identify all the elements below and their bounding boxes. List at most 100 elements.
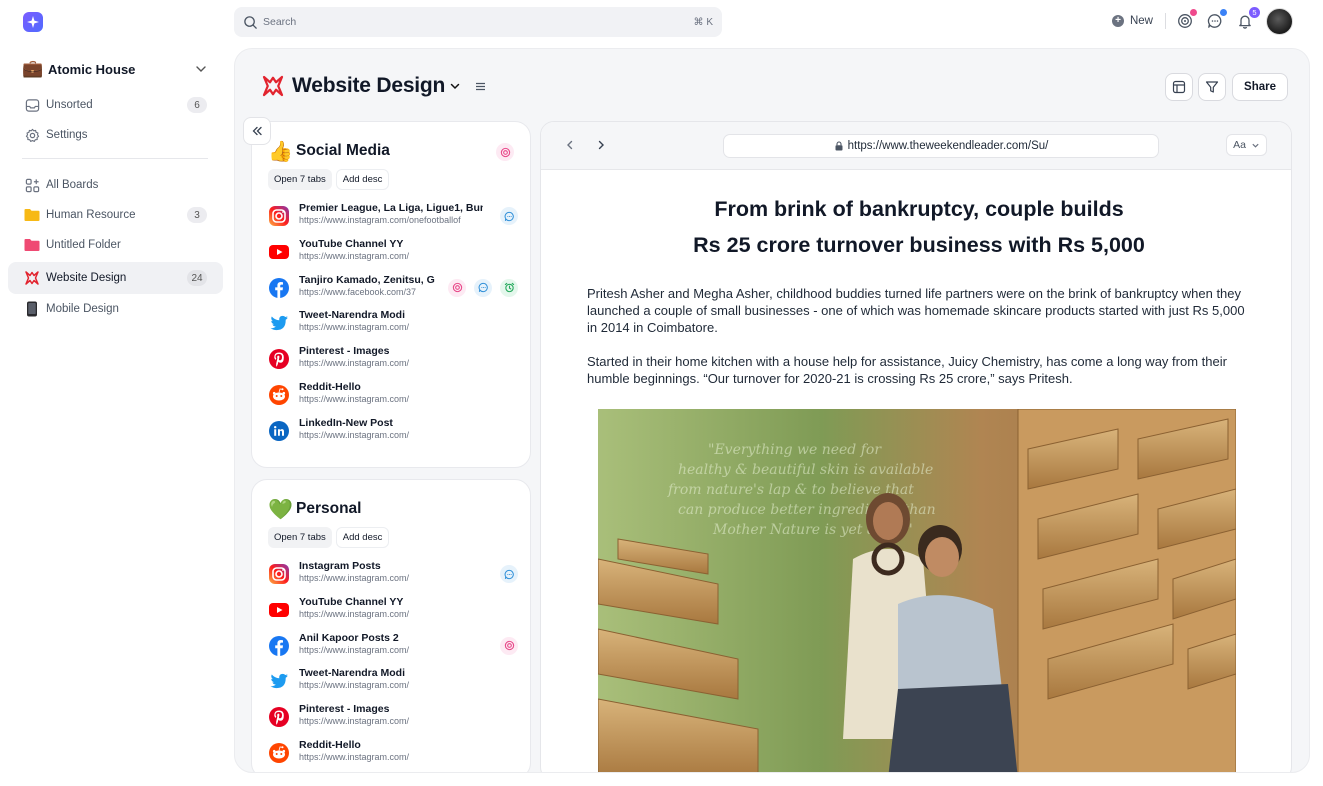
link-title: Instagram Posts bbox=[299, 560, 381, 572]
link-item[interactable]: Premier League, La Liga, Ligue1, Bun http… bbox=[268, 202, 518, 238]
link-item[interactable]: Tweet-Narendra Modi https://www.instagram… bbox=[268, 309, 518, 345]
sidebar-item-all-boards[interactable]: All Boards bbox=[8, 170, 223, 200]
link-url: https://www.instagram.com/ bbox=[299, 608, 410, 619]
lock-icon bbox=[835, 141, 843, 151]
alarm-icon[interactable] bbox=[500, 278, 518, 297]
link-title: Premier League, La Liga, Ligue1, Bun bbox=[299, 202, 483, 214]
link-url: https://www.instagram.com/ bbox=[299, 573, 410, 583]
reader-mode-label: Aa bbox=[1233, 139, 1246, 151]
link-title: YouTube Channel YY bbox=[299, 595, 404, 608]
link-item[interactable]: Reddit-Hello https://www.instagram.com/ bbox=[268, 739, 518, 772]
link-text: Anil Kapoor Posts 2 https://www.instagram… bbox=[299, 632, 483, 656]
link-item[interactable]: LinkedIn-New Post https://www.instagram.c… bbox=[268, 417, 518, 453]
collapse-sidebar-button[interactable] bbox=[243, 117, 271, 145]
link-list: Premier League, La Liga, Ligue1, Bun http… bbox=[268, 202, 518, 453]
briefcase-icon: 💼 bbox=[22, 59, 44, 78]
link-item[interactable]: Tanjiro Kamado, Zenitsu, Ghttps://www.fa… bbox=[268, 274, 518, 310]
layout-icon bbox=[1172, 80, 1186, 94]
browser-toolbar: https://www.theweekendleader.com/Su/ Aa bbox=[541, 122, 1291, 170]
chevron-down-icon bbox=[1252, 143, 1259, 148]
phone-icon bbox=[24, 301, 40, 317]
divider bbox=[1165, 13, 1166, 29]
reader-mode-button[interactable]: Aa bbox=[1226, 134, 1267, 156]
chevron-down-icon[interactable] bbox=[449, 80, 461, 92]
comment-icon[interactable] bbox=[500, 207, 518, 225]
svg-text:from nature's lap & to believe: from nature's lap & to believe that bbox=[667, 482, 914, 498]
filter-button[interactable] bbox=[1198, 73, 1227, 101]
top-actions: + New 5 bbox=[1111, 7, 1293, 35]
sidebar-item-label: Human Resource bbox=[46, 209, 136, 221]
target-icon[interactable] bbox=[1176, 9, 1197, 30]
target-icon[interactable] bbox=[500, 636, 518, 655]
grid-icon bbox=[24, 177, 40, 193]
link-item[interactable]: Pinterest - Images https://www.instagram.… bbox=[268, 703, 518, 739]
link-url: https://www.instagram.com/ bbox=[299, 429, 410, 440]
target-icon[interactable] bbox=[448, 278, 466, 297]
link-url: https://www.instagram.com/ bbox=[299, 250, 410, 261]
twitter-icon bbox=[268, 670, 290, 692]
svg-text:healthy & beautiful skin is av: healthy & beautiful skin is available bbox=[678, 462, 933, 478]
link-title: LinkedIn-New Post bbox=[299, 416, 393, 429]
chevron-down-icon bbox=[196, 66, 206, 72]
notification-dot bbox=[1190, 9, 1197, 16]
gear-icon bbox=[24, 127, 40, 143]
board-title[interactable]: Website Design bbox=[261, 74, 487, 98]
url-bar[interactable]: https://www.theweekendleader.com/Su/ bbox=[723, 134, 1159, 158]
pinterest-icon bbox=[268, 348, 290, 370]
avatar[interactable] bbox=[1266, 7, 1293, 35]
link-actions bbox=[492, 207, 518, 225]
forward-button[interactable] bbox=[592, 136, 610, 154]
card-title[interactable]: Social Media bbox=[296, 142, 390, 160]
card-title[interactable]: Personal bbox=[296, 500, 361, 518]
link-title: Tweet-Narendra Modi bbox=[299, 667, 405, 680]
search-bar[interactable]: Search ⌘ K bbox=[234, 7, 722, 37]
add-desc-button[interactable]: Add desc bbox=[335, 169, 390, 190]
new-button[interactable]: + New bbox=[1111, 15, 1153, 27]
reddit-icon bbox=[268, 384, 290, 406]
link-item[interactable]: Anil Kapoor Posts 2 https://www.instagram… bbox=[268, 632, 518, 668]
add-desc-button[interactable]: Add desc bbox=[335, 527, 390, 548]
link-item[interactable]: YouTube Channel YY https://www.instagram.… bbox=[268, 238, 518, 274]
comment-icon[interactable] bbox=[474, 278, 492, 297]
link-text: Pinterest - Images https://www.instagram.… bbox=[299, 703, 483, 727]
sidebar-item-unsorted[interactable]: Unsorted 6 bbox=[8, 90, 223, 120]
link-item[interactable]: YouTube Channel YY https://www.instagram.… bbox=[268, 596, 518, 632]
youtube-icon bbox=[268, 599, 290, 621]
sidebar-item-untitled-folder[interactable]: Untitled Folder bbox=[8, 230, 223, 260]
menu-icon[interactable] bbox=[474, 80, 487, 93]
bell-icon[interactable]: 5 bbox=[1236, 7, 1260, 30]
sidebar-item-label: Settings bbox=[46, 129, 88, 141]
open-tabs-button[interactable]: Open 7 tabs bbox=[268, 527, 332, 548]
sidebar-item-human-resource[interactable]: Human Resource 3 bbox=[8, 200, 223, 230]
link-item[interactable]: Reddit-Hello https://www.instagram.com/ bbox=[268, 381, 518, 417]
app-logo[interactable] bbox=[23, 12, 43, 32]
link-text: Premier League, La Liga, Ligue1, Bun http… bbox=[299, 202, 483, 226]
sidebar-item-label: All Boards bbox=[46, 179, 99, 191]
facebook-icon bbox=[268, 635, 290, 657]
link-text: Tweet-Narendra Modi https://www.instagram… bbox=[299, 667, 483, 691]
link-url: https://www.instagram.com/ bbox=[299, 751, 410, 762]
comment-icon[interactable] bbox=[500, 565, 518, 583]
link-item[interactable]: Instagram Posts https://www.instagram.com… bbox=[268, 560, 518, 596]
share-button[interactable]: Share bbox=[1232, 73, 1288, 101]
link-item[interactable]: Tweet-Narendra Modi https://www.instagram… bbox=[268, 667, 518, 703]
search-icon bbox=[244, 15, 257, 29]
target-icon[interactable] bbox=[496, 143, 514, 161]
link-item[interactable]: Pinterest - Images https://www.instagram.… bbox=[268, 345, 518, 381]
back-button[interactable] bbox=[561, 136, 579, 154]
layout-button[interactable] bbox=[1165, 73, 1194, 101]
chat-icon[interactable] bbox=[1206, 9, 1227, 30]
folder-icon bbox=[24, 237, 40, 253]
sidebar-item-mobile-design[interactable]: Mobile Design bbox=[8, 294, 223, 324]
open-tabs-button[interactable]: Open 7 tabs bbox=[268, 169, 332, 190]
divider bbox=[22, 158, 208, 159]
youtube-icon bbox=[268, 241, 290, 263]
folder-icon bbox=[24, 207, 40, 223]
sidebar-item-settings[interactable]: Settings bbox=[8, 120, 223, 150]
thumbs-up-icon: 👍 bbox=[268, 140, 293, 163]
workspace-switcher[interactable]: 💼 Atomic House bbox=[22, 58, 208, 80]
search-input[interactable]: Search bbox=[263, 16, 694, 28]
count-badge: 6 bbox=[187, 97, 207, 113]
link-text: Reddit-Hello https://www.instagram.com/ bbox=[299, 739, 483, 763]
sidebar-item-website-design[interactable]: Website Design 24 bbox=[8, 262, 223, 294]
